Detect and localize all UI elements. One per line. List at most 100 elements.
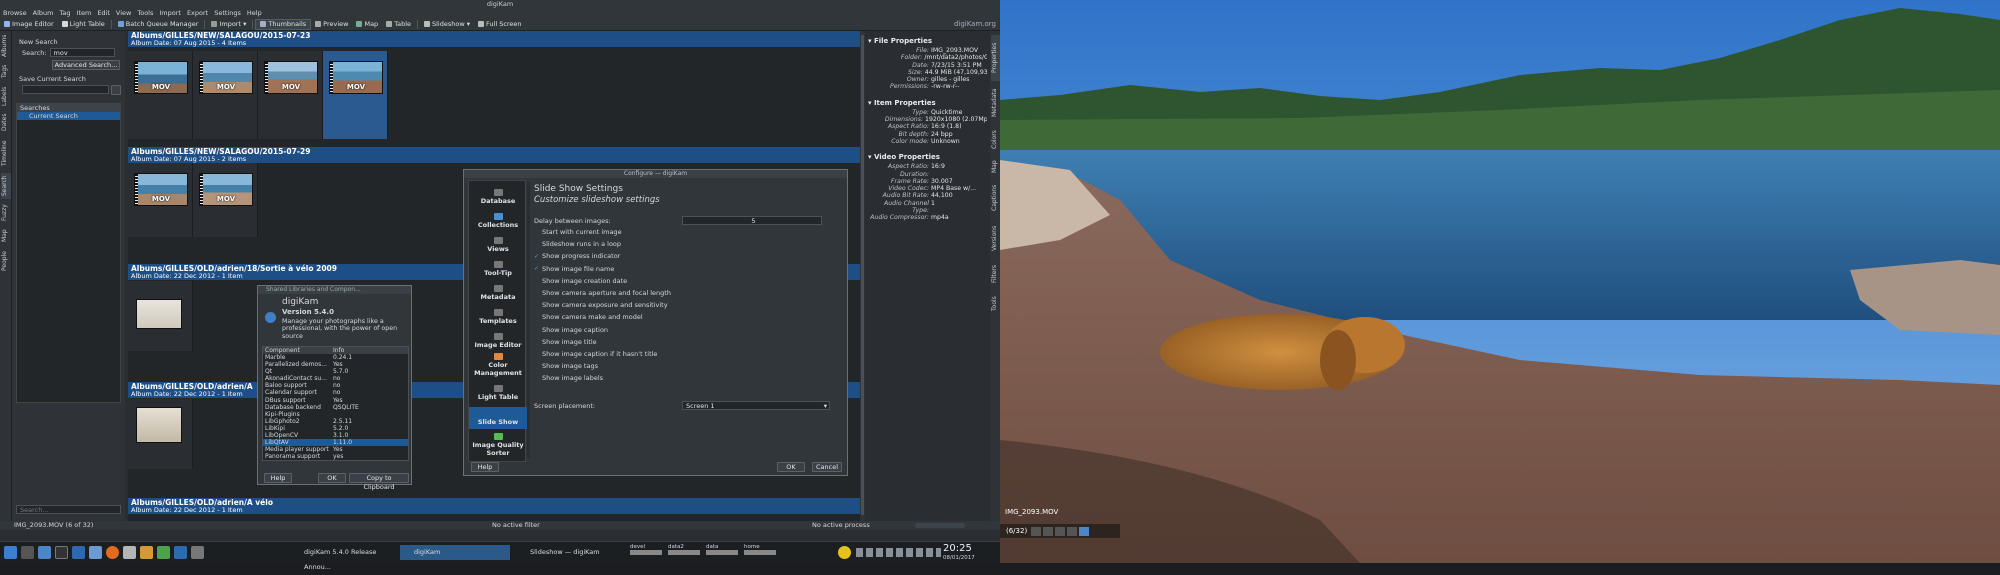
- component-row[interactable]: Media player support Yes: [263, 446, 408, 453]
- config-page-database[interactable]: Database: [469, 189, 527, 205]
- table-button[interactable]: Table: [382, 19, 415, 30]
- save-search-button[interactable]: [111, 85, 121, 95]
- option-checkbox[interactable]: Show camera make and model: [534, 313, 643, 321]
- system-tray-icons[interactable]: [856, 548, 941, 557]
- component-row[interactable]: LibOpenCV 3.1.0: [263, 432, 408, 439]
- terminal-icon[interactable]: [55, 546, 68, 559]
- config-page-metadata[interactable]: Metadata: [469, 285, 527, 301]
- config-page-slide-show[interactable]: Slide Show: [469, 407, 527, 429]
- component-row[interactable]: LibKipi 5.2.0: [263, 425, 408, 432]
- play-icon[interactable]: [1043, 526, 1054, 536]
- menu-browse[interactable]: Browse: [0, 9, 30, 18]
- tab-fuzzy[interactable]: Fuzzy: [1, 201, 11, 225]
- file-manager-icon[interactable]: [38, 546, 51, 559]
- tab-albums[interactable]: Albums: [1, 33, 11, 59]
- component-row[interactable]: LibGphoto2 2.5.11: [263, 418, 408, 425]
- component-row[interactable]: Baloo support no: [263, 382, 408, 389]
- menu-help[interactable]: Help: [244, 9, 265, 18]
- config-cancel-button[interactable]: Cancel: [812, 462, 842, 472]
- thumbnail-item[interactable]: MOV: [258, 51, 323, 139]
- slideshow-button[interactable]: Slideshow ▾: [420, 19, 474, 30]
- option-checkbox[interactable]: Start with current image: [534, 228, 622, 236]
- vlc-icon[interactable]: [140, 546, 153, 559]
- thumbnails-button[interactable]: Thumbnails: [255, 18, 312, 30]
- task-digikam[interactable]: digiKam: [400, 545, 510, 560]
- thumbnail-item[interactable]: [128, 281, 193, 351]
- component-row[interactable]: DBus support Yes: [263, 397, 408, 404]
- kate-icon[interactable]: [157, 546, 170, 559]
- slideshow-view[interactable]: IMG_2093.MOV (6/32): [1000, 0, 2000, 563]
- component-row[interactable]: AkonadiContact su... no: [263, 375, 408, 382]
- light-table-button[interactable]: Light Table: [58, 19, 109, 30]
- task-release-announce[interactable]: digiKam 5.4.0 Release Annou...: [290, 545, 394, 571]
- tab-map[interactable]: Map: [1, 227, 11, 245]
- thumbnail-item[interactable]: MOV: [128, 51, 193, 139]
- settings-icon[interactable]: [191, 546, 204, 559]
- thumbnail-item[interactable]: MOV: [193, 163, 258, 237]
- component-row[interactable]: Database backend QSQLITE: [263, 404, 408, 411]
- tab-search[interactable]: Search: [1, 173, 11, 199]
- menu-edit[interactable]: Edit: [94, 9, 113, 18]
- zoom-slider[interactable]: [915, 523, 965, 528]
- option-checkbox[interactable]: Slideshow runs in a loop: [534, 240, 621, 248]
- digikam-brand[interactable]: digiKam.org: [954, 20, 1000, 28]
- preview-button[interactable]: Preview: [311, 19, 352, 30]
- desktop-icon[interactable]: [21, 546, 34, 559]
- option-checkbox[interactable]: ✓ Show image file name: [534, 265, 614, 273]
- delay-spinbox[interactable]: 5: [682, 216, 822, 225]
- about-ok-button[interactable]: OK: [318, 473, 346, 483]
- batch-queue-button[interactable]: Batch Queue Manager: [114, 19, 203, 30]
- component-row[interactable]: Qt 5.7.0: [263, 368, 408, 375]
- app-launcher-icon[interactable]: [4, 546, 17, 559]
- config-page-light-table[interactable]: Light Table: [469, 385, 527, 401]
- previous-icon[interactable]: [1031, 526, 1042, 536]
- screen-placement-select[interactable]: Screen 1 ▾: [682, 401, 830, 410]
- tab-tags[interactable]: Tags: [1, 61, 11, 81]
- advanced-search-button[interactable]: Advanced Search...: [52, 60, 120, 70]
- weather-icon[interactable]: [838, 546, 851, 559]
- menu-tag[interactable]: Tag: [57, 9, 74, 18]
- option-checkbox[interactable]: Show image caption: [534, 326, 608, 334]
- component-row[interactable]: LibQtAV 1.11.0: [263, 439, 408, 447]
- task-slideshow[interactable]: Slideshow — digiKam: [516, 545, 621, 560]
- tab-dates[interactable]: Dates: [1, 111, 11, 133]
- option-checkbox[interactable]: Show image creation date: [534, 277, 627, 285]
- tree-search-input[interactable]: Search...: [16, 505, 121, 514]
- current-search-item[interactable]: Current Search: [17, 112, 120, 120]
- import-button[interactable]: Import ▾: [207, 19, 250, 30]
- config-page-tooltip[interactable]: Tool-Tip: [469, 261, 527, 277]
- component-row[interactable]: Kipi-Plugins: [263, 411, 408, 418]
- menu-view[interactable]: View: [113, 9, 134, 18]
- stop-icon[interactable]: [1067, 526, 1078, 536]
- scrollbar-handle[interactable]: [861, 35, 864, 515]
- config-help-button[interactable]: Help: [471, 462, 499, 472]
- thumbnail-item[interactable]: MOV: [193, 51, 258, 139]
- option-checkbox[interactable]: ✓ Show progress indicator: [534, 252, 620, 260]
- next-icon[interactable]: [1055, 526, 1066, 536]
- firefox-icon[interactable]: [106, 546, 119, 559]
- component-row[interactable]: Panorama support yes: [263, 453, 408, 460]
- config-page-views[interactable]: Views: [469, 237, 527, 253]
- editor-icon[interactable]: [123, 546, 136, 559]
- thumbnail-item-selected[interactable]: MOV: [323, 51, 388, 139]
- component-row[interactable]: Parallelized demos... Yes: [263, 361, 408, 368]
- tab-timeline[interactable]: Timeline: [1, 135, 11, 171]
- menu-export[interactable]: Export: [184, 9, 211, 18]
- search-input[interactable]: mov: [49, 48, 115, 57]
- menu-settings[interactable]: Settings: [211, 9, 244, 18]
- component-row[interactable]: Calendar support no: [263, 389, 408, 396]
- browser-icon[interactable]: [89, 546, 102, 559]
- option-checkbox[interactable]: Show image caption if it hasn't title: [534, 350, 657, 358]
- thumbnail-item[interactable]: [128, 399, 193, 469]
- config-page-color-management[interactable]: Color Management: [469, 353, 527, 377]
- config-ok-button[interactable]: OK: [777, 462, 805, 472]
- image-editor-button[interactable]: Image Editor: [0, 19, 58, 30]
- option-checkbox[interactable]: Show camera exposure and sensitivity: [534, 301, 668, 309]
- full-screen-button[interactable]: Full Screen: [474, 19, 526, 30]
- thumbnail-item[interactable]: MOV: [128, 163, 193, 237]
- option-checkbox[interactable]: Show image labels: [534, 374, 603, 382]
- config-page-collections[interactable]: Collections: [469, 213, 527, 229]
- config-page-templates[interactable]: Templates: [469, 309, 527, 325]
- option-checkbox[interactable]: Show image tags: [534, 362, 598, 370]
- about-help-button[interactable]: Help: [264, 473, 292, 483]
